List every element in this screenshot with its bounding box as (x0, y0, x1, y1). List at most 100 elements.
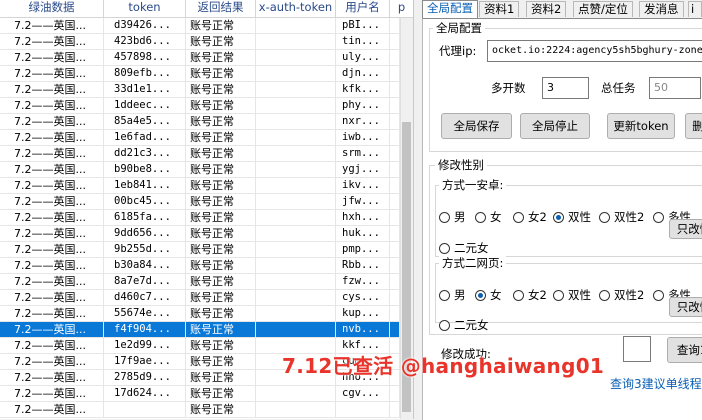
tab-send-message[interactable]: 发消息 (639, 1, 684, 17)
cell-p (390, 114, 400, 129)
method1-only-gender-button[interactable]: 只改性 (669, 219, 702, 239)
cell-token: 33d1e1... (104, 82, 186, 97)
cell-p (390, 226, 400, 241)
table-row[interactable]: 7.2——英国... 33d1e1... 账号正常 kfk... (0, 82, 400, 98)
tab-profile-2[interactable]: 资料2 (526, 1, 567, 17)
tab-global-config[interactable]: 全局配置 (422, 0, 478, 19)
table-row[interactable]: 7.2——英国... 809efb... 账号正常 djn... (0, 66, 400, 82)
cell-p (390, 242, 400, 257)
refresh-token-button[interactable]: 更新token (607, 113, 675, 139)
table-row[interactable]: 7.2——英国... 457898... 账号正常 uly... (0, 50, 400, 66)
header-username[interactable]: 用户名 (336, 0, 390, 17)
header-token[interactable]: token (104, 0, 186, 17)
radio-label: 女 (490, 210, 502, 224)
radio-circle-icon (553, 290, 564, 301)
method2-radio-3[interactable]: 双性 (553, 287, 591, 303)
cell-x-auth-token (256, 386, 336, 401)
cell-token: 17f9ae... (104, 354, 186, 369)
cell-p (390, 402, 400, 417)
method1-radio-6[interactable]: 二元女 (439, 240, 489, 256)
table-row[interactable]: 7.2——英国... 00bc45... 账号正常 jfw... (0, 194, 400, 210)
method1-radio-1[interactable]: 女 (475, 209, 502, 225)
method1-radio-4[interactable]: 双性2 (599, 209, 644, 225)
cell-x-auth-token (256, 178, 336, 193)
total-tasks-input[interactable]: 50 (649, 77, 701, 99)
header-x-auth-token[interactable]: x-auth-token (256, 0, 336, 17)
table-row[interactable]: 7.2——英国... f4f904... 账号正常 nvb... (0, 322, 400, 338)
global-stop-button[interactable]: 全局停止 (520, 113, 590, 139)
tab-profile-1[interactable]: 资料1 (479, 1, 520, 17)
cell-username: nvb... (336, 322, 390, 337)
table-row[interactable]: 7.2——英国... 9dd656... 账号正常 huk... (0, 226, 400, 242)
tab-more[interactable]: i (688, 1, 702, 17)
cell-p (390, 194, 400, 209)
cell-username: iwb... (336, 130, 390, 145)
table-row[interactable]: 7.2——英国... b30a84... 账号正常 Rbb... (0, 258, 400, 274)
table-row[interactable]: 7.2——英国... d460c7... 账号正常 cys... (0, 290, 400, 306)
query-hint-link[interactable]: 查询3建议单线程 (610, 375, 702, 392)
table-row[interactable]: 7.2——英国... 9b255d... 账号正常 pmp... (0, 242, 400, 258)
watermark-overlay: 7.12已查活 @hanghaiwang01 (282, 354, 605, 378)
method1-radio-3[interactable]: 双性 (553, 209, 591, 225)
method2-radio-4[interactable]: 双性2 (599, 287, 644, 303)
cell-data: 7.2——英国... (0, 338, 104, 353)
cell-token: 17d624... (104, 386, 186, 401)
cell-data: 7.2——英国... (0, 66, 104, 81)
table-row[interactable]: 7.2——英国... 423bd6... 账号正常 tin... (0, 34, 400, 50)
header-p[interactable]: p (390, 0, 413, 17)
table-row[interactable]: 7.2——英国... 55674e... 账号正常 kup... (0, 306, 400, 322)
threads-input[interactable]: 3 (542, 77, 589, 99)
cell-username: jfw... (336, 194, 390, 209)
global-config-title: 全局配置 (433, 21, 485, 35)
method2-radio-2[interactable]: 女2 (513, 287, 547, 303)
table-row[interactable]: 7.2——英国... dd21c3... 账号正常 srm... (0, 146, 400, 162)
cell-x-auth-token (256, 130, 336, 145)
table-row[interactable]: 7.2——英国... 1ddeec... 账号正常 phy... (0, 98, 400, 114)
table-row[interactable]: 7.2——英国... 8a7e7d... 账号正常 fzw... (0, 274, 400, 290)
cell-result: 账号正常 (186, 242, 256, 257)
table-row[interactable]: 7.2——英国... 账号正常 (0, 402, 400, 418)
radio-circle-icon (439, 212, 450, 223)
table-row[interactable]: 7.2——英国... 6185fa... 账号正常 hxh... (0, 210, 400, 226)
query-button[interactable]: 查询1 (667, 337, 702, 363)
table-row[interactable]: 7.2——英国... 1e6fad... 账号正常 iwb... (0, 130, 400, 146)
method2-only-gender-button[interactable]: 只改性 (669, 297, 702, 317)
cell-x-auth-token (256, 98, 336, 113)
radio-circle-icon (513, 212, 524, 223)
cell-result: 账号正常 (186, 114, 256, 129)
cell-data: 7.2——英国... (0, 370, 104, 385)
header-data[interactable]: 绿油数据 (0, 0, 104, 17)
table-row[interactable]: 7.2——英国... 17d624... 账号正常 cgv... (0, 386, 400, 402)
cell-result: 账号正常 (186, 162, 256, 177)
method2-radio-0[interactable]: 男 (439, 287, 466, 303)
cell-username: ikv... (336, 178, 390, 193)
method2-radio-1[interactable]: 女 (475, 287, 502, 303)
cell-data: 7.2——英国... (0, 178, 104, 193)
header-result[interactable]: 返回结果 (186, 0, 256, 17)
cell-token: 1e2d99... (104, 338, 186, 353)
cell-data: 7.2——英国... (0, 210, 104, 225)
cell-data: 7.2——英国... (0, 242, 104, 257)
proxy-input[interactable]: ocket.io:2224:agency5sh5bghury-zone- (487, 40, 702, 62)
cell-username: fzw... (336, 274, 390, 289)
table-row[interactable]: 7.2——英国... 85a4e5... 账号正常 nxr... (0, 114, 400, 130)
tab-like-location[interactable]: 点赞/定位 (573, 1, 633, 17)
cell-result: 账号正常 (186, 258, 256, 273)
cell-username: phy... (336, 98, 390, 113)
radio-label: 女2 (528, 288, 547, 302)
cell-data: 7.2——英国... (0, 82, 104, 97)
method1-radio-2[interactable]: 女2 (513, 209, 547, 225)
table-row[interactable]: 7.2——英国... 1eb841... 账号正常 ikv... (0, 178, 400, 194)
cell-p (390, 274, 400, 289)
cell-token: 8a7e7d... (104, 274, 186, 289)
global-save-button[interactable]: 全局保存 (441, 113, 512, 139)
table-row[interactable]: 7.2——英国... d39426... 账号正常 pBI... (0, 18, 400, 34)
method2-title: 方式二网页: (439, 256, 507, 270)
method2-radio-6[interactable]: 二元女 (439, 317, 489, 333)
cell-data: 7.2——英国... (0, 306, 104, 321)
proxy-label: 代理ip: (439, 44, 477, 58)
delete-button[interactable]: 删 (685, 113, 702, 139)
method1-radio-0[interactable]: 男 (439, 209, 466, 225)
cell-token: 423bd6... (104, 34, 186, 49)
table-row[interactable]: 7.2——英国... b90be8... 账号正常 ygj... (0, 162, 400, 178)
